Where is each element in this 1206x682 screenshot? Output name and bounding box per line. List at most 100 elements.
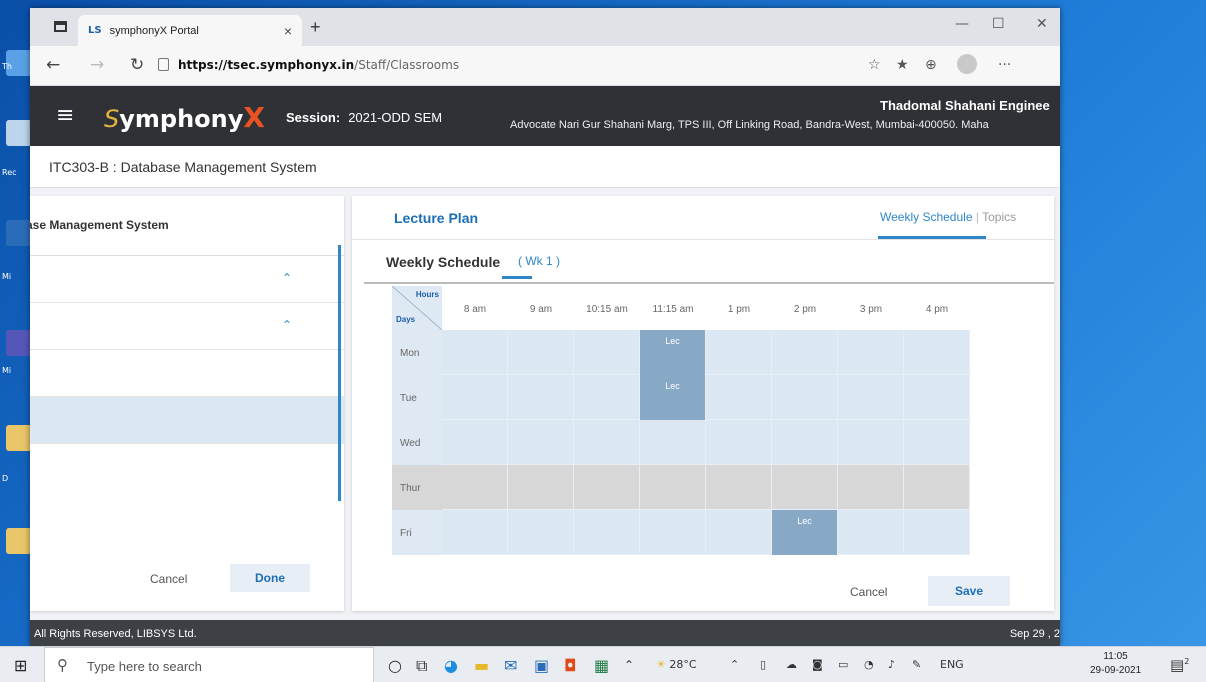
schedule-cell[interactable] <box>640 465 706 510</box>
tab-weekly-schedule[interactable]: Weekly Schedule <box>880 210 973 224</box>
lecture-slot[interactable]: Lec <box>640 330 705 375</box>
schedule-cell[interactable] <box>442 420 508 465</box>
battery-icon[interactable]: ▭ <box>838 658 848 671</box>
save-button[interactable]: Save <box>928 576 1010 606</box>
schedule-cell[interactable] <box>574 465 640 510</box>
schedule-cell[interactable] <box>838 330 904 375</box>
schedule-cell[interactable] <box>442 375 508 420</box>
hamburger-menu-icon[interactable]: ≡ <box>56 103 74 128</box>
schedule-cell[interactable] <box>508 330 574 375</box>
schedule-cell[interactable] <box>772 465 838 510</box>
profile-avatar[interactable] <box>957 54 977 74</box>
folder-icon[interactable] <box>6 425 32 451</box>
schedule-cell[interactable] <box>508 375 574 420</box>
lecture-slot[interactable]: Lec <box>640 375 705 420</box>
taskbar-search-input[interactable]: ⚲ Type here to search <box>44 647 374 682</box>
close-window-icon[interactable]: ✕ <box>1036 16 1048 32</box>
language-indicator[interactable]: ENG <box>940 658 964 671</box>
schedule-cell[interactable] <box>904 420 970 465</box>
network-icon[interactable]: ◔ <box>864 658 874 671</box>
list-item-selected[interactable] <box>30 397 344 444</box>
more-menu-icon[interactable]: ··· <box>998 57 1011 73</box>
cortana-icon[interactable]: ○ <box>388 656 402 675</box>
forward-icon[interactable]: → <box>90 55 104 75</box>
weather-widget[interactable]: ☀ 28°C <box>656 658 697 671</box>
tray-app-icon[interactable]: ◙ <box>812 658 823 671</box>
schedule-cell[interactable] <box>508 420 574 465</box>
schedule-cell[interactable] <box>904 510 970 555</box>
cancel-button[interactable]: Cancel <box>150 572 187 586</box>
volume-icon[interactable]: ♪ <box>888 658 895 671</box>
week-selector[interactable]: ( Wk 1 ) <box>518 254 560 268</box>
schedule-cell[interactable] <box>772 330 838 375</box>
schedule-cell[interactable] <box>574 330 640 375</box>
desktop-icon[interactable] <box>6 330 32 356</box>
scrollbar[interactable] <box>338 245 341 501</box>
pen-icon[interactable]: ✎ <box>912 658 921 671</box>
onedrive-icon[interactable]: ☁ <box>786 658 797 671</box>
schedule-cell[interactable] <box>706 510 772 555</box>
mail-icon[interactable]: ✉ <box>504 656 517 675</box>
schedule-cell[interactable] <box>772 375 838 420</box>
favorites-icon[interactable]: ★ <box>896 57 909 73</box>
store-icon[interactable]: ▣ <box>534 656 549 675</box>
list-item[interactable]: ⌃ <box>30 303 344 350</box>
desktop-icon[interactable] <box>6 220 32 246</box>
schedule-cell[interactable] <box>574 510 640 555</box>
edge-icon[interactable]: ◕ <box>444 656 458 675</box>
schedule-cell[interactable] <box>574 420 640 465</box>
collapse-chevron-icon[interactable]: ⌃ <box>282 271 292 285</box>
schedule-cell[interactable] <box>838 510 904 555</box>
list-item[interactable] <box>30 350 344 397</box>
office-icon[interactable]: ◘ <box>564 656 577 675</box>
url-field[interactable]: https://tsec.symphonyx.in/Staff/Classroo… <box>178 58 459 72</box>
schedule-cell[interactable] <box>772 420 838 465</box>
schedule-cell[interactable] <box>574 375 640 420</box>
schedule-cell[interactable] <box>838 375 904 420</box>
excel-icon[interactable]: ▦ <box>594 656 609 675</box>
file-explorer-icon[interactable]: ▬ <box>474 656 489 675</box>
done-button[interactable]: Done <box>230 564 310 592</box>
show-hidden-icons-icon[interactable]: ⌃ <box>624 658 634 672</box>
back-icon[interactable]: ← <box>46 55 60 75</box>
schedule-cell[interactable] <box>838 420 904 465</box>
tab-topics[interactable]: Topics <box>982 210 1016 224</box>
schedule-cell[interactable] <box>904 330 970 375</box>
task-view-icon[interactable]: ⧉ <box>416 656 427 676</box>
schedule-cell[interactable] <box>442 510 508 555</box>
read-aloud-icon[interactable]: ☆ <box>868 57 881 73</box>
schedule-cell[interactable] <box>706 465 772 510</box>
list-item[interactable]: ⌃ <box>30 256 344 303</box>
new-tab-icon[interactable]: + <box>310 17 321 38</box>
tray-app-icon[interactable]: ▯ <box>760 658 766 671</box>
clock[interactable]: 11:05 29-09-2021 <box>1090 650 1141 678</box>
schedule-cell[interactable] <box>706 330 772 375</box>
close-tab-icon[interactable]: × <box>284 23 292 39</box>
tray-chevron-icon[interactable]: ⌃ <box>730 658 739 671</box>
collapse-chevron-icon[interactable]: ⌃ <box>282 318 292 332</box>
symphonyx-logo[interactable]: SymphonyX <box>104 101 265 134</box>
schedule-cell[interactable] <box>706 420 772 465</box>
collections-icon[interactable]: ⊕ <box>925 57 937 73</box>
schedule-cell[interactable] <box>838 465 904 510</box>
folder-icon[interactable] <box>6 528 32 554</box>
cancel-button[interactable]: Cancel <box>850 585 887 599</box>
schedule-cell[interactable] <box>640 420 706 465</box>
notification-icon[interactable]: ▤2 <box>1170 656 1189 674</box>
windows-start-icon[interactable]: ⊞ <box>14 656 27 675</box>
refresh-icon[interactable]: ↻ <box>130 55 144 75</box>
schedule-cell[interactable] <box>442 465 508 510</box>
recycle-bin-icon[interactable] <box>6 120 32 146</box>
schedule-cell[interactable] <box>442 330 508 375</box>
tab-actions-icon[interactable] <box>54 21 67 32</box>
schedule-cell[interactable] <box>508 510 574 555</box>
schedule-cell[interactable] <box>640 510 706 555</box>
schedule-cell[interactable] <box>508 465 574 510</box>
schedule-cell[interactable] <box>904 375 970 420</box>
minimize-icon[interactable]: — <box>955 16 969 32</box>
browser-tab[interactable]: LS symphonyX Portal × <box>78 15 302 46</box>
schedule-cell[interactable] <box>904 465 970 510</box>
schedule-cell[interactable] <box>706 375 772 420</box>
maximize-icon[interactable]: ☐ <box>992 16 1005 32</box>
lecture-slot[interactable]: Lec <box>772 510 837 555</box>
